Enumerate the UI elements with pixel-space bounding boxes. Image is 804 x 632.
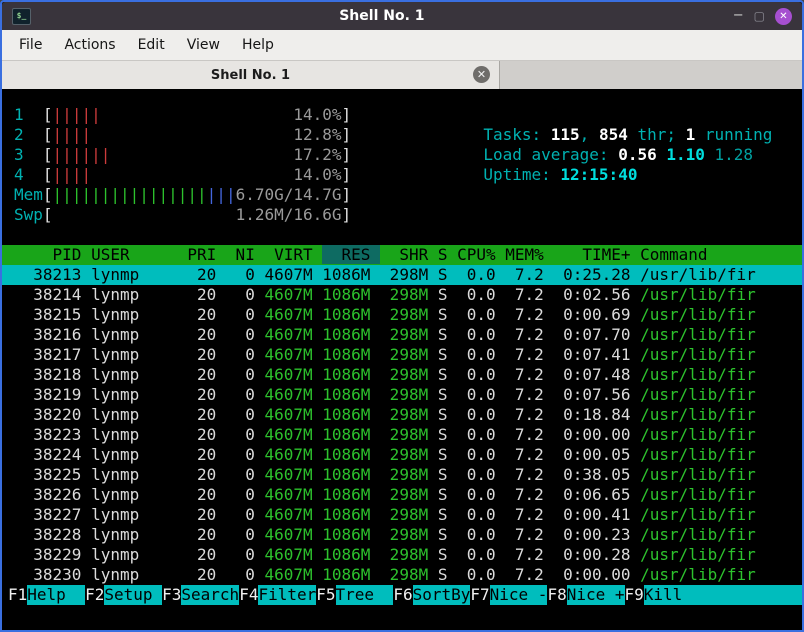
cpu-meter-3-label: 3: [14, 145, 43, 164]
cpu-meter-1-label: 1: [14, 105, 43, 124]
fkey-f4[interactable]: F4 Filter: [239, 585, 317, 605]
process-row[interactable]: 38215 lynmp 20 0 4607M 1086M 298M S 0.0 …: [2, 305, 802, 325]
process-row[interactable]: 38225 lynmp 20 0 4607M 1086M 298M S 0.0 …: [2, 465, 802, 485]
process-row[interactable]: 38230 lynmp 20 0 4607M 1086M 298M S 0.0 …: [2, 565, 802, 585]
process-row[interactable]: 38217 lynmp 20 0 4607M 1086M 298M S 0.0 …: [2, 345, 802, 365]
process-row[interactable]: 38219 lynmp 20 0 4607M 1086M 298M S 0.0 …: [2, 385, 802, 405]
minimize-button[interactable]: −: [733, 8, 744, 24]
process-row[interactable]: 38226 lynmp 20 0 4607M 1086M 298M S 0.0 …: [2, 485, 802, 505]
cpu-meter-1-bars: |||||: [52, 105, 101, 124]
tasks-line: Tasks: 115, 854 thr; 1 running: [483, 125, 773, 144]
tab-close-icon[interactable]: ✕: [473, 66, 490, 83]
htop-meters: 1 [||||| 14.0%] 2 [|||| 12.8%] 3 [|||||| 17.2…: [2, 105, 802, 225]
menu-bar: File Actions Edit View Help: [2, 30, 802, 61]
window-controls: − ▢ ✕: [733, 7, 792, 25]
terminal-app-icon: $_: [12, 7, 31, 25]
terminal-screen[interactable]: 1 [||||| 14.0%] 2 [|||| 12.8%] 3 [|||||| 17.2…: [2, 89, 802, 630]
process-row[interactable]: 38220 lynmp 20 0 4607M 1086M 298M S 0.0 …: [2, 405, 802, 425]
cpu-meter-4-bars: ||||: [52, 165, 92, 184]
table-header[interactable]: PID USER PRI NI VIRT RES SHR S CPU% MEM%…: [2, 245, 802, 265]
tasks-label: Tasks:: [483, 125, 551, 144]
menu-item-edit[interactable]: Edit: [127, 32, 176, 58]
title-bar: $_ Shell No. 1 − ▢ ✕: [2, 2, 802, 30]
htop-info: Tasks: 115, 854 thr; 1 running Load aver…: [387, 105, 773, 184]
process-row[interactable]: 38228 lynmp 20 0 4607M 1086M 298M S 0.0 …: [2, 525, 802, 545]
process-row-selected[interactable]: 38213 lynmp 20 0 4607M 1086M 298M S 0.0 …: [2, 265, 802, 285]
load-1min: 0.56: [618, 145, 657, 164]
cpu-meter-4-value: 14.0%: [293, 165, 342, 184]
threads-count: 854: [598, 125, 628, 144]
close-button[interactable]: ✕: [775, 7, 792, 25]
fkey-f8[interactable]: F8 Nice +: [547, 585, 625, 605]
uptime-label: Uptime:: [483, 165, 561, 184]
process-row[interactable]: 38223 lynmp 20 0 4607M 1086M 298M S 0.0 …: [2, 425, 802, 445]
cpu-meter-2-label: 2: [14, 125, 43, 144]
process-row[interactable]: 38216 lynmp 20 0 4607M 1086M 298M S 0.0 …: [2, 325, 802, 345]
menu-item-help[interactable]: Help: [231, 32, 285, 58]
mem-meter-value: 6.70G/14.7G: [235, 185, 342, 204]
mem-meter-label: Mem: [14, 185, 43, 204]
cpu-meter-2-bars: ||||: [52, 125, 92, 144]
process-table: PID USER PRI NI VIRT RES SHR S CPU% MEM%…: [2, 245, 802, 585]
menu-item-view[interactable]: View: [176, 32, 231, 58]
fkey-f3[interactable]: F3 Search: [162, 585, 240, 605]
sort-column-header[interactable]: RES: [322, 245, 381, 264]
maximize-button[interactable]: ▢: [754, 8, 765, 24]
mem-meter-bars: |||||||||||||||||||: [52, 185, 236, 204]
swp-meter-label: Swp: [14, 205, 43, 224]
swp-meter: Swp[1.26M/16.6G]: [14, 205, 352, 224]
cpu-meter-3-value: 17.2%: [293, 145, 342, 164]
fkey-f6[interactable]: F6 SortBy: [393, 585, 471, 605]
cpu-meter-1-value: 14.0%: [293, 105, 342, 124]
swp-meter-value: 1.26M/16.6G: [235, 205, 342, 224]
process-row[interactable]: 38229 lynmp 20 0 4607M 1086M 298M S 0.0 …: [2, 545, 802, 565]
terminal-window: $_ Shell No. 1 − ▢ ✕ File Actions Edit View…: [0, 0, 804, 632]
menu-item-actions[interactable]: Actions: [53, 32, 126, 58]
process-row[interactable]: 38214 lynmp 20 0 4607M 1086M 298M S 0.0 …: [2, 285, 802, 305]
load-15min: 1.28: [714, 145, 754, 164]
uptime-value: 12:15:40: [560, 165, 638, 184]
process-row[interactable]: 38218 lynmp 20 0 4607M 1086M 298M S 0.0 …: [2, 365, 802, 385]
process-row[interactable]: 38224 lynmp 20 0 4607M 1086M 298M S 0.0 …: [2, 445, 802, 465]
tasks-count: 115: [550, 125, 580, 144]
fkey-f7[interactable]: F7 Nice -: [470, 585, 548, 605]
cpu-meter-4-label: 4: [14, 165, 43, 184]
load-label: Load average:: [483, 145, 619, 164]
fkey-f9[interactable]: F9 Kill: [625, 585, 802, 605]
cpu-meter-2-value: 12.8%: [293, 125, 342, 144]
process-row[interactable]: 38227 lynmp 20 0 4607M 1086M 298M S 0.0 …: [2, 505, 802, 525]
running-count: 1: [685, 125, 696, 144]
fkey-f5[interactable]: F5 Tree: [316, 585, 394, 605]
function-key-bar: F1 Help F2 Setup F3 Search F4 Filter F5 Tree F6…: [2, 585, 802, 605]
tab-shell-no-1[interactable]: Shell No. 1 ✕: [2, 61, 500, 89]
fkey-f1[interactable]: F1 Help: [8, 585, 86, 605]
menu-item-file[interactable]: File: [8, 32, 53, 58]
tab-title: Shell No. 1: [210, 67, 291, 83]
process-table-body: 38213 lynmp 20 0 4607M 1086M 298M S 0.0 …: [2, 265, 802, 585]
load-5min: 1.10: [666, 145, 705, 164]
cpu-meter-3-bars: ||||||: [52, 145, 111, 164]
tab-bar: Shell No. 1 ✕: [2, 61, 802, 89]
window-title: Shell No. 1: [339, 8, 425, 24]
fkey-f2[interactable]: F2 Setup: [85, 585, 163, 605]
